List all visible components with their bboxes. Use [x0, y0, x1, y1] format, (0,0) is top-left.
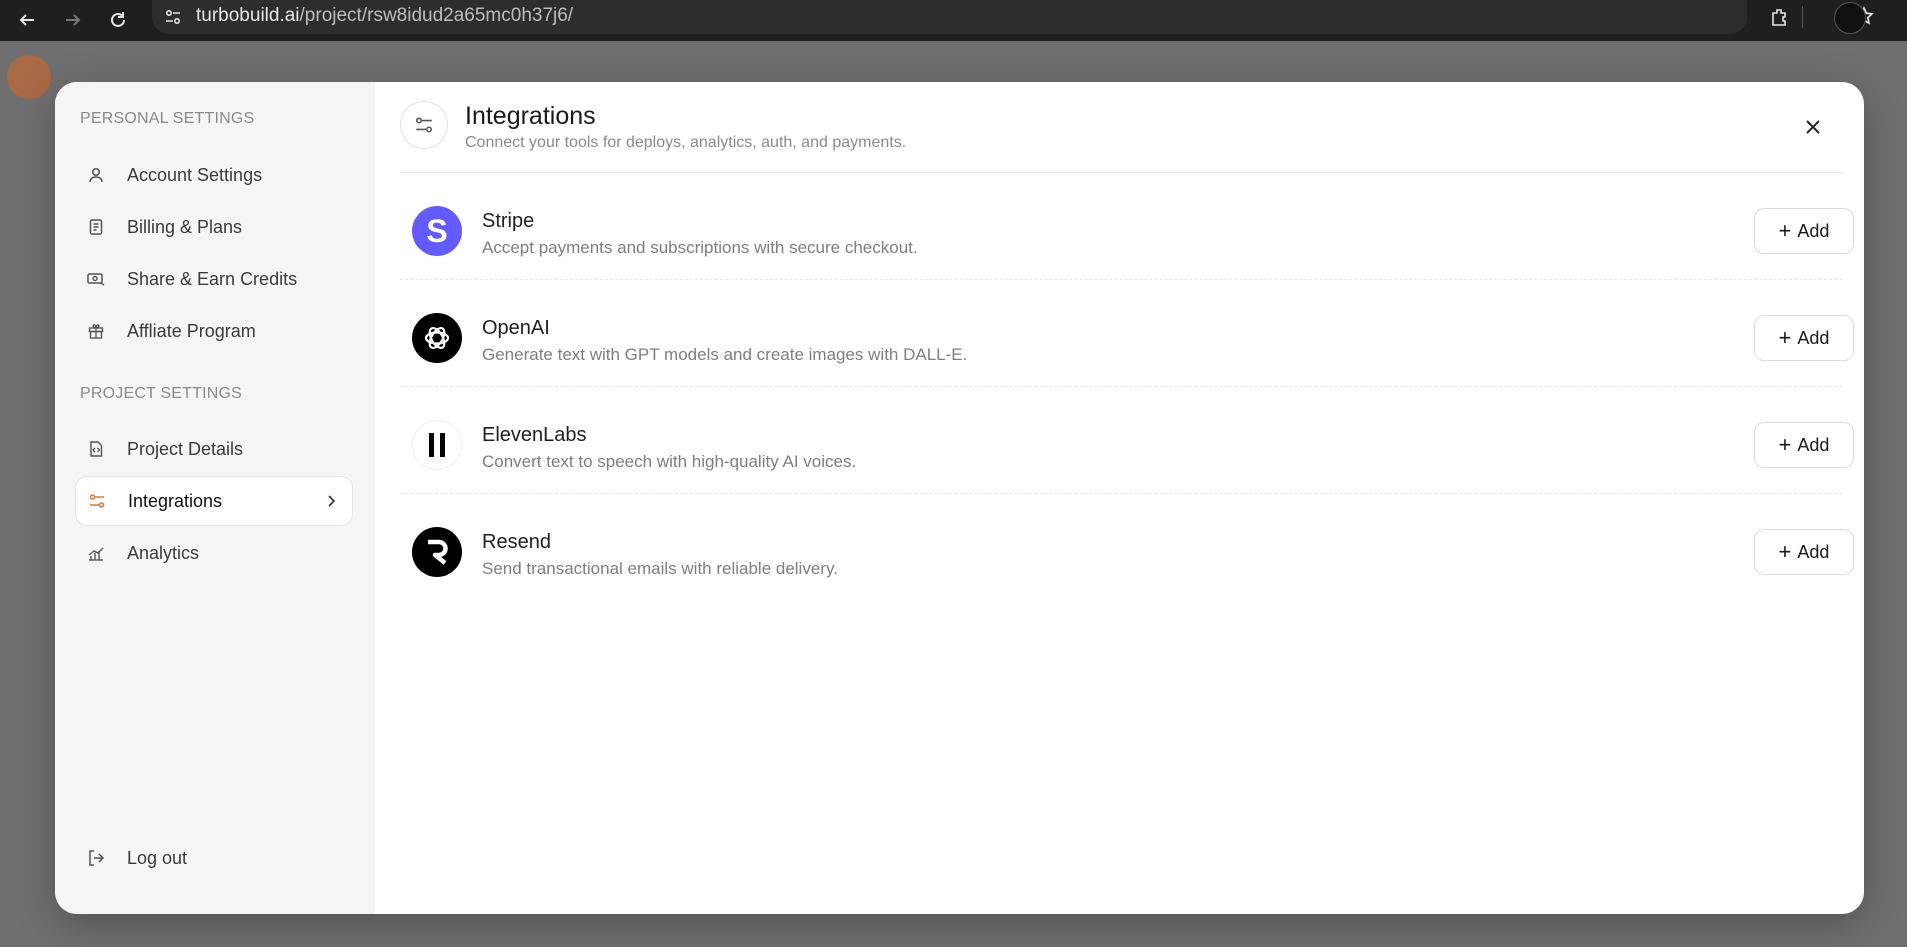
integration-description: Generate text with GPT models and create…: [482, 345, 968, 364]
sidebar-item-project-details[interactable]: Project Details: [75, 424, 353, 474]
integration-description: Convert text to speech with high-quality…: [482, 452, 857, 471]
page-subtitle: Connect your tools for deploys, analytic…: [465, 134, 907, 151]
chart-icon: [86, 543, 106, 563]
reload-icon[interactable]: [104, 6, 132, 34]
url-text[interactable]: turbobuild.ai/project/rsw8idud2a65mc0h37…: [196, 5, 573, 27]
plus-icon: +: [1778, 539, 1792, 564]
integration-name: ElevenLabs: [482, 424, 587, 446]
sidebar-item-account-settings[interactable]: Account Settings: [75, 150, 353, 200]
sidebar-item-label: Integrations: [128, 490, 223, 511]
back-icon[interactable]: [13, 6, 41, 34]
elevenlabs-logo-icon: [412, 420, 462, 470]
sidebar-item-affiliate[interactable]: Affliate Program: [75, 306, 353, 356]
openai-logo-icon: [412, 313, 462, 363]
sidebar-item-analytics[interactable]: Analytics: [75, 528, 353, 578]
browser-toolbar: turbobuild.ai/project/rsw8idud2a65mc0h37…: [0, 0, 1907, 41]
add-resend-button[interactable]: + Add: [1754, 529, 1854, 575]
integration-name: OpenAI: [482, 317, 550, 339]
integration-row-elevenlabs: ElevenLabs Convert text to speech with h…: [400, 387, 1854, 494]
sidebar-item-label: Affliate Program: [127, 320, 256, 341]
url-host: turbobuild.ai: [196, 5, 300, 26]
stripe-logo-icon: S: [412, 206, 462, 256]
add-elevenlabs-button[interactable]: + Add: [1754, 422, 1854, 468]
file-code-icon: [86, 439, 106, 459]
chevron-right-icon: [326, 492, 338, 515]
sidebar-item-integrations[interactable]: Integrations: [75, 476, 353, 526]
sliders-icon: [87, 491, 107, 511]
sidebar-item-label: Project Details: [127, 438, 244, 459]
sidebar-item-billing[interactable]: Billing & Plans: [75, 202, 353, 252]
integration-name: Stripe: [482, 210, 535, 232]
user-icon: [86, 165, 106, 185]
resend-logo-icon: [412, 527, 462, 577]
sidebar-item-label: Billing & Plans: [127, 216, 243, 237]
url-path: /project/rsw8idud2a65mc0h37j6/: [299, 5, 574, 26]
receipt-icon: [86, 217, 106, 237]
add-label: Add: [1797, 541, 1830, 562]
add-openai-button[interactable]: + Add: [1754, 315, 1854, 361]
integrations-panel: Integrations Connect your tools for depl…: [375, 82, 1864, 914]
integration-row-openai: OpenAI Generate text with GPT models and…: [400, 280, 1854, 387]
project-settings-heading: PROJECT SETTINGS: [80, 385, 243, 402]
gift-icon: [86, 321, 106, 341]
settings-modal: PERSONAL SETTINGS Account Settings Billi…: [55, 82, 1864, 914]
add-label: Add: [1797, 220, 1830, 241]
toolbar-divider: [1802, 6, 1803, 28]
page-title: Integrations: [465, 102, 596, 130]
forward-icon[interactable]: [59, 6, 87, 34]
svg-text:S: S: [426, 213, 447, 249]
share-credits-icon: [86, 269, 106, 289]
plus-icon: +: [1778, 432, 1792, 457]
app-logo-backdrop: [7, 55, 51, 99]
integration-description: Send transactional emails with reliable …: [482, 559, 838, 578]
sidebar-item-label: Share & Earn Credits: [127, 268, 298, 289]
settings-sidebar: PERSONAL SETTINGS Account Settings Billi…: [55, 82, 375, 914]
profile-avatar[interactable]: [1834, 2, 1866, 34]
extensions-icon[interactable]: [1769, 6, 1791, 33]
integration-row-resend: Resend Send transactional emails with re…: [400, 494, 1854, 600]
integration-name: Resend: [482, 531, 551, 553]
close-icon[interactable]: [1801, 115, 1825, 139]
logout-label: Log out: [127, 847, 188, 868]
add-label: Add: [1797, 434, 1830, 455]
integration-row-stripe: S Stripe Accept payments and subscriptio…: [400, 173, 1854, 280]
logout-icon: [86, 848, 106, 868]
site-info-icon[interactable]: [164, 8, 182, 31]
add-label: Add: [1797, 327, 1830, 348]
plus-icon: +: [1778, 218, 1792, 243]
sidebar-item-label: Analytics: [127, 542, 200, 563]
sidebar-item-label: Account Settings: [127, 164, 263, 185]
add-stripe-button[interactable]: + Add: [1754, 208, 1854, 254]
sliders-icon: [400, 101, 448, 149]
integration-description: Accept payments and subscriptions with s…: [482, 238, 918, 257]
plus-icon: +: [1778, 325, 1792, 350]
logout-button[interactable]: Log out: [75, 833, 353, 883]
personal-settings-heading: PERSONAL SETTINGS: [80, 110, 255, 127]
sidebar-item-share-earn[interactable]: Share & Earn Credits: [75, 254, 353, 304]
address-bar[interactable]: turbobuild.ai/project/rsw8idud2a65mc0h37…: [152, 0, 1874, 34]
